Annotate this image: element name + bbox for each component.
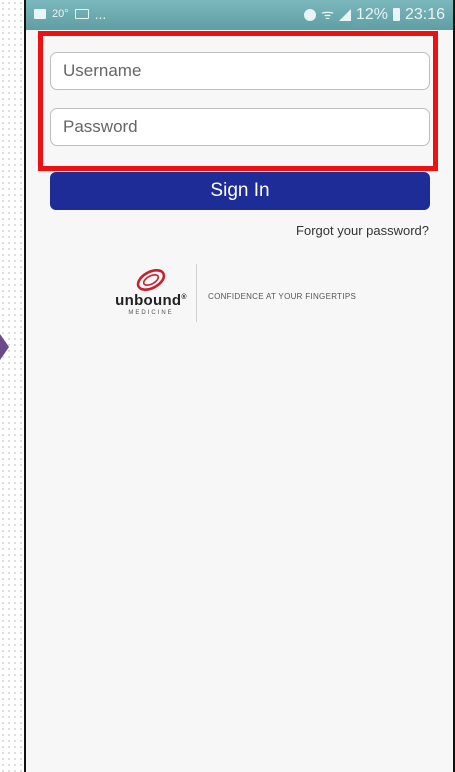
forgot-password-link[interactable]: Forgot your password?	[296, 223, 429, 238]
logo-wordmark: unbound®	[115, 292, 187, 309]
image-notification-icon	[34, 9, 46, 19]
logo-subtitle: MEDICINE	[128, 310, 174, 316]
phone-screen: 20° ... ᯤ 12% 23:16 Sign In Forgot your …	[24, 0, 455, 772]
logo-swoosh-icon	[136, 269, 166, 291]
clock: 23:16	[404, 5, 445, 23]
signal-icon	[338, 8, 351, 21]
more-notifications: ...	[94, 6, 107, 22]
pointer-arrow	[0, 334, 9, 360]
unbound-logo: unbound® MEDICINE	[106, 268, 196, 316]
battery-icon	[392, 8, 400, 21]
battery-percent: 12%	[355, 5, 388, 23]
page-margin	[0, 0, 24, 772]
alarm-icon	[304, 8, 317, 21]
status-left: 20° ...	[34, 6, 106, 22]
logo-divider	[196, 264, 197, 322]
wifi-icon: ᯤ	[321, 6, 334, 22]
status-bar: 20° ... ᯤ 12% 23:16	[26, 0, 453, 30]
sign-in-button[interactable]: Sign In	[50, 172, 430, 210]
status-right: ᯤ 12% 23:16	[304, 5, 445, 24]
mail-icon	[74, 9, 89, 19]
highlight-box	[38, 31, 438, 171]
tagline: CONFIDENCE AT YOUR FINGERTIPS	[208, 292, 357, 301]
weather-temp: 20°	[52, 8, 69, 20]
